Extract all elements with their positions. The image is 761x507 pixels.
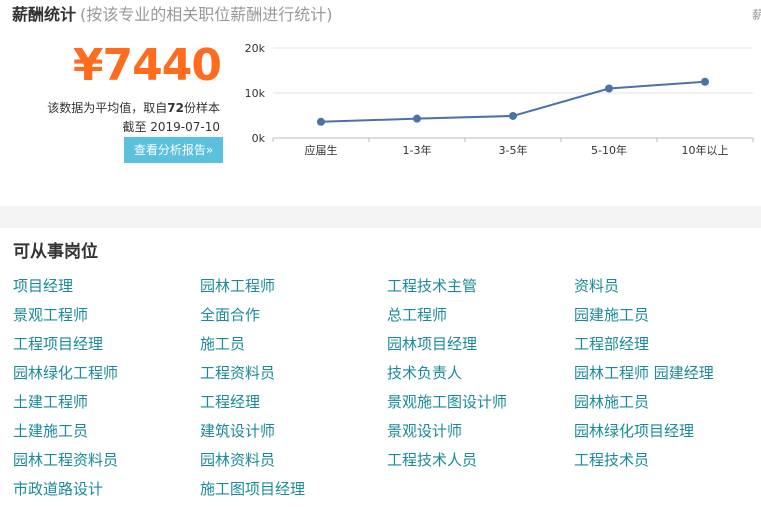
position-link[interactable]: 技术负责人 <box>387 363 462 383</box>
data-point <box>509 111 517 120</box>
position-link[interactable]: 建筑设计师 <box>200 421 275 441</box>
position-link[interactable]: 工程资料员 <box>200 363 275 383</box>
y-tick-label: 20k <box>245 42 266 55</box>
x-tick-label: 应届生 <box>305 143 338 157</box>
position-link[interactable]: 施工图项目经理 <box>200 479 305 499</box>
salary-trend-chart: 0k 10k 20k 应届生 1-3年 3-5年 5-10年 10年以上 <box>245 42 754 157</box>
salary-title-subtitle: (按该专业的相关职位薪酬进行统计) <box>80 5 333 24</box>
x-tick-label: 5-10年 <box>591 143 627 157</box>
note-prefix: 该数据为平均值，取自 <box>47 101 168 115</box>
position-link[interactable]: 工程技术员 <box>574 450 649 470</box>
position-link[interactable]: 园林施工员 <box>574 392 649 412</box>
position-link[interactable]: 景观工程师 <box>13 305 88 325</box>
position-link[interactable]: 工程经理 <box>200 392 260 412</box>
note-suffix: 份样本 <box>183 101 220 115</box>
x-tick-label: 3-5年 <box>499 143 528 157</box>
data-point <box>605 84 613 93</box>
position-link[interactable]: 园林工程师 <box>200 276 275 296</box>
average-salary-note: 该数据为平均值，取自72份样本 <box>47 100 220 116</box>
position-link[interactable]: 园林项目经理 <box>387 334 477 354</box>
position-link[interactable]: 园林工程师 园建经理 <box>574 363 714 383</box>
y-tick-label: 10k <box>245 87 266 100</box>
position-link[interactable]: 园林绿化工程师 <box>13 363 118 383</box>
position-link[interactable]: 景观施工图设计师 <box>387 392 507 412</box>
position-link[interactable]: 工程技术人员 <box>387 450 477 470</box>
y-tick-label: 0k <box>252 132 266 145</box>
data-date: 截至 2019-07-10 <box>122 120 220 134</box>
average-salary-value: ¥7440 <box>72 40 222 91</box>
position-link[interactable]: 项目经理 <box>13 276 73 296</box>
data-point <box>317 117 325 126</box>
position-link[interactable]: 总工程师 <box>387 305 447 325</box>
position-link[interactable]: 园林工程资料员 <box>13 450 118 470</box>
position-link[interactable]: 土建施工员 <box>13 421 88 441</box>
position-link[interactable]: 工程项目经理 <box>13 334 103 354</box>
position-link[interactable]: 市政道路设计 <box>13 479 103 499</box>
position-link[interactable]: 园林资料员 <box>200 450 275 470</box>
position-link[interactable]: 全面合作 <box>200 305 260 325</box>
positions-title: 可从事岗位 <box>13 242 98 262</box>
salary-title: 薪酬统计 (按该专业的相关职位薪酬进行统计) <box>12 5 333 25</box>
salary-statistics-section: 薪酬统计 (按该专业的相关职位薪酬进行统计) 薪 ¥7440 该数据为平均值，取自… <box>0 0 761 206</box>
x-tick-label: 10年以上 <box>682 143 729 157</box>
x-tick-label: 1-3年 <box>403 143 432 157</box>
position-link[interactable]: 施工员 <box>200 334 245 354</box>
section-divider <box>0 206 761 228</box>
position-link[interactable]: 园林绿化项目经理 <box>574 421 694 441</box>
position-link[interactable]: 资料员 <box>574 276 619 296</box>
position-link[interactable]: 土建工程师 <box>13 392 88 412</box>
sample-count: 72 <box>167 101 184 115</box>
data-point <box>701 77 709 86</box>
view-analysis-report-button[interactable]: 查看分析报告» <box>124 137 223 163</box>
available-positions-section: 可从事岗位 项目经理 园林工程师 工程技术主管 资料员景观工程师 全面合作 总工程师 园建施… <box>0 228 761 507</box>
clipped-edge-label: 薪 <box>752 8 761 22</box>
position-link[interactable]: 园建施工员 <box>574 305 649 325</box>
data-point <box>413 114 421 123</box>
position-link[interactable]: 工程部经理 <box>574 334 649 354</box>
position-link[interactable]: 工程技术主管 <box>387 276 477 296</box>
salary-title-main: 薪酬统计 <box>12 5 77 24</box>
position-link[interactable]: 景观设计师 <box>387 421 462 441</box>
